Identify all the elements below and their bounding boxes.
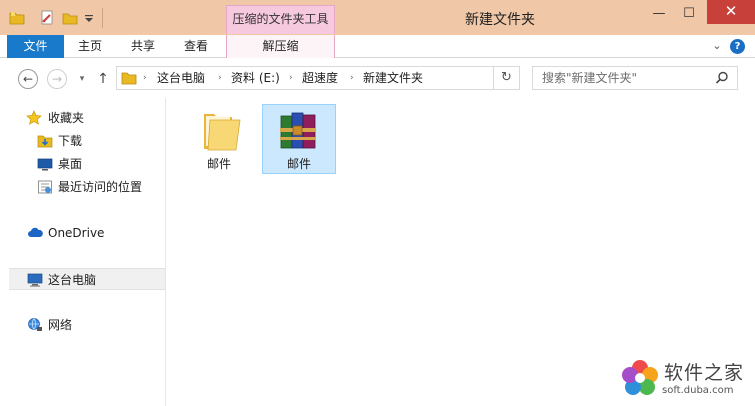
properties-icon[interactable]: [38, 9, 56, 27]
sidebar-item-label: OneDrive: [48, 226, 105, 240]
tab-share[interactable]: 共享: [120, 35, 166, 58]
up-button[interactable]: ↑: [96, 70, 110, 88]
context-tab-header: 压缩的文件夹工具: [226, 5, 335, 34]
window-title: 新建文件夹: [465, 12, 535, 28]
sidebar-item-recent-places[interactable]: 最近访问的位置: [0, 176, 165, 198]
help-icon[interactable]: ?: [730, 39, 745, 54]
folder-icon[interactable]: [8, 9, 26, 27]
breadcrumb-chaosudu[interactable]: 超速度: [302, 67, 338, 89]
sidebar-item-this-pc[interactable]: 这台电脑: [9, 268, 165, 290]
sidebar-item-label: 网络: [48, 318, 73, 332]
archive-books-icon: [276, 108, 322, 154]
sidebar-item-onedrive[interactable]: OneDrive: [0, 222, 165, 244]
search-icon[interactable]: [715, 71, 729, 85]
close-button[interactable]: ✕: [707, 0, 755, 24]
quick-access-divider: [102, 8, 103, 28]
sidebar-item-label: 桌面: [58, 157, 83, 171]
refresh-button[interactable]: ↻: [494, 66, 520, 90]
search-input[interactable]: 搜索"新建文件夹": [532, 66, 738, 90]
sidebar-item-label: 最近访问的位置: [58, 180, 143, 194]
breadcrumb-separator[interactable]: ›: [143, 67, 147, 89]
title-bar: 压缩的文件夹工具 新建文件夹 — ☐ ✕: [0, 0, 755, 35]
desktop-icon: [37, 156, 53, 172]
sidebar-item-favorites[interactable]: 收藏夹: [0, 107, 165, 129]
back-button[interactable]: ←: [18, 69, 38, 89]
sidebar-item-label: 收藏夹: [48, 111, 85, 125]
cloud-icon: [27, 225, 43, 241]
customize-dropdown-icon[interactable]: [82, 9, 96, 27]
breadcrumb-this-pc[interactable]: 这台电脑: [157, 67, 205, 89]
file-item-zip-archive[interactable]: 邮件: [262, 104, 336, 174]
watermark: 软件之家 soft.duba.com: [618, 356, 755, 406]
file-item-folder[interactable]: 邮件: [182, 104, 256, 174]
file-label: 邮件: [206, 157, 231, 171]
navigation-pane: 收藏夹 下载 桌面 最近访问的位置 OneDrive 这台电脑 网络: [0, 98, 166, 406]
breadcrumb-new-folder[interactable]: 新建文件夹: [363, 67, 423, 89]
ribbon-tabs: 文件 主页 共享 查看 解压缩 ⌄ ?: [0, 35, 755, 58]
computer-icon: [27, 272, 43, 288]
folder-icon: [196, 108, 242, 154]
new-folder-icon[interactable]: [61, 9, 79, 27]
tab-view[interactable]: 查看: [174, 35, 218, 58]
sidebar-item-desktop[interactable]: 桌面: [0, 153, 165, 175]
flower-logo-icon: [620, 358, 660, 398]
watermark-name: 软件之家: [664, 362, 745, 384]
chevron-down-icon[interactable]: ⌄: [709, 38, 725, 54]
breadcrumb-separator[interactable]: ›: [218, 67, 222, 89]
address-bar[interactable]: › 这台电脑 › 资料 (E:) › 超速度 › 新建文件夹 ▾: [116, 66, 602, 90]
sidebar-item-label: 下载: [58, 134, 83, 148]
navigation-bar: ← → ▾ ↑ › 这台电脑 › 资料 (E:) › 超速度 › 新建文件夹 ▾…: [0, 58, 755, 98]
network-icon: [27, 317, 43, 333]
watermark-url: soft.duba.com: [662, 385, 734, 396]
recent-locations-chevron-icon[interactable]: ▾: [76, 72, 88, 86]
file-label: 邮件: [286, 157, 311, 171]
tab-file[interactable]: 文件: [7, 35, 64, 58]
sidebar-item-downloads[interactable]: 下载: [0, 130, 165, 152]
tab-home[interactable]: 主页: [68, 35, 112, 58]
maximize-button[interactable]: ☐: [674, 3, 704, 25]
search-placeholder: 搜索"新建文件夹": [542, 71, 638, 85]
breadcrumb-separator[interactable]: ›: [350, 67, 354, 89]
breadcrumb-drive-e[interactable]: 资料 (E:): [231, 67, 280, 89]
folder-icon: [121, 71, 137, 85]
sidebar-item-network[interactable]: 网络: [0, 314, 165, 336]
tab-extract[interactable]: 解压缩: [226, 35, 335, 58]
downloads-folder-icon: [37, 133, 53, 149]
sidebar-item-label: 这台电脑: [48, 273, 97, 287]
recent-places-icon: [37, 179, 53, 195]
forward-button[interactable]: →: [47, 69, 67, 89]
star-icon: [26, 110, 42, 126]
breadcrumb-separator[interactable]: ›: [289, 67, 293, 89]
minimize-button[interactable]: —: [644, 3, 674, 25]
